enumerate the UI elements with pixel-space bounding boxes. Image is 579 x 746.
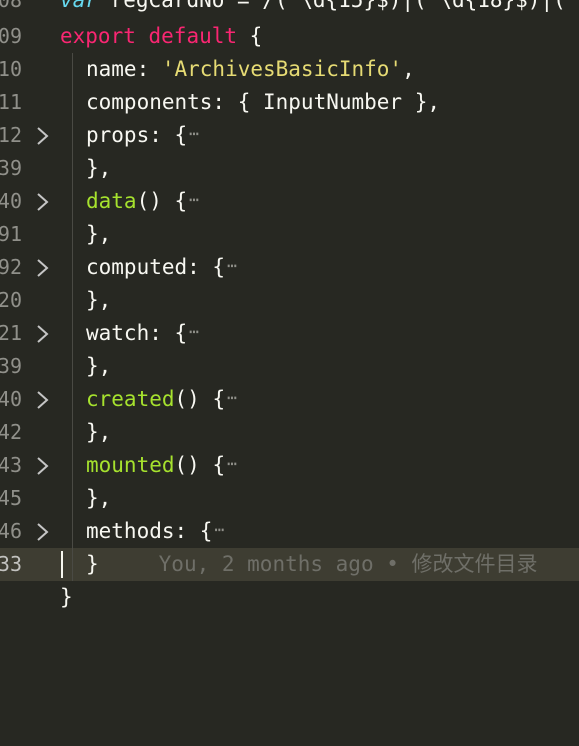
chevron-right-icon[interactable] [34,449,52,482]
line-number: 40 [0,387,22,411]
folded-ellipsis[interactable]: ⋯ [189,190,199,209]
line-number: 08 [0,0,22,12]
indent-guide [72,515,73,548]
chevron-right-icon[interactable] [34,383,52,416]
code-line[interactable]: 11 components: { InputNumber }, [0,86,579,119]
code-line[interactable]: 46 methods: {⋯ [0,515,579,548]
line-number: 42 [0,420,22,444]
indent-guide [72,152,73,185]
code-line[interactable]: 43 mounted() {⋯ [0,449,579,482]
code-line[interactable]: 40 data() {⋯ [0,185,579,218]
code-line[interactable]: 42 }, [0,416,579,449]
indent-guide [72,416,73,449]
code-line[interactable]: 08 var regCardNo = /(^\d{15}$)|(^\d{18}$… [0,0,579,17]
indent-guide [72,350,73,383]
line-number: 09 [0,24,22,48]
code-text: computed: {⋯ [86,255,237,279]
indent-guide [72,548,73,581]
folded-ellipsis[interactable]: ⋯ [227,256,237,275]
code-line[interactable]: 39 }, [0,152,579,185]
folded-ellipsis[interactable]: ⋯ [227,388,237,407]
indent-guide [72,284,73,317]
current-code-line[interactable]: 33 } You, 2 months ago • 修改文件目录 [0,548,579,581]
code-line[interactable]: 09 export default { [0,20,579,53]
code-line[interactable]: 45 }, [0,482,579,515]
indent-guide [72,218,73,251]
code-text: }, [86,222,112,246]
code-text: }, [86,288,112,312]
code-text: props: {⋯ [86,123,199,147]
chevron-right-icon[interactable] [34,251,52,284]
indent-guide [72,482,73,515]
line-number: 10 [0,57,22,81]
code-text: mounted() {⋯ [86,453,237,477]
indent-guide [72,86,73,119]
line-number: 40 [0,189,22,213]
line-number: 91 [0,222,22,246]
chevron-right-icon[interactable] [34,317,52,350]
code-text: methods: {⋯ [86,519,225,543]
chevron-right-icon[interactable] [34,515,52,548]
indent-guide [72,383,73,416]
code-line[interactable]: } [0,581,579,614]
indent-guide [72,53,73,86]
indent-guide [72,251,73,284]
text-cursor [61,551,63,578]
code-text: created() {⋯ [86,387,237,411]
code-line[interactable]: 92 computed: {⋯ [0,251,579,284]
git-blame-annotation: You, 2 months ago • 修改文件目录 [158,552,538,576]
folded-ellipsis[interactable]: ⋯ [227,454,237,473]
code-line[interactable]: 12 props: {⋯ [0,119,579,152]
line-number: 39 [0,354,22,378]
code-text: }, [86,486,112,510]
code-text: name: 'ArchivesBasicInfo', [86,57,415,81]
code-text: }, [86,354,112,378]
line-number: 21 [0,321,22,345]
indent-guide [72,119,73,152]
code-line[interactable]: 39 }, [0,350,579,383]
code-line[interactable]: 40 created() {⋯ [0,383,579,416]
chevron-right-icon[interactable] [34,185,52,218]
folded-ellipsis[interactable]: ⋯ [189,124,199,143]
code-text: components: { InputNumber }, [86,90,441,114]
line-number: 43 [0,453,22,477]
indent-guide [72,317,73,350]
code-line[interactable]: 91 }, [0,218,579,251]
code-line[interactable]: 21 watch: {⋯ [0,317,579,350]
code-text: } [60,585,73,609]
code-line[interactable]: 20 }, [0,284,579,317]
code-text: } You, 2 months ago • 修改文件目录 [86,552,538,576]
code-text: var regCardNo = /(^\d{15}$)|(^\d{18}$)|( [60,0,566,12]
line-number: 39 [0,156,22,180]
folded-ellipsis[interactable]: ⋯ [214,520,224,539]
code-text: }, [86,420,112,444]
code-text: data() {⋯ [86,189,199,213]
indent-guide [72,449,73,482]
line-number: 45 [0,486,22,510]
line-number: 11 [0,90,22,114]
line-number: 46 [0,519,22,543]
chevron-right-icon[interactable] [34,119,52,152]
line-number: 20 [0,288,22,312]
code-text: }, [86,156,112,180]
code-editor[interactable]: 08 var regCardNo = /(^\d{15}$)|(^\d{18}$… [0,0,579,609]
code-line[interactable]: 10 name: 'ArchivesBasicInfo', [0,53,579,86]
folded-ellipsis[interactable]: ⋯ [189,322,199,341]
indent-guide [72,185,73,218]
code-text: watch: {⋯ [86,321,199,345]
line-number: 33 [0,552,22,576]
code-text: export default { [60,24,263,48]
line-number: 12 [0,123,22,147]
line-number: 92 [0,255,22,279]
